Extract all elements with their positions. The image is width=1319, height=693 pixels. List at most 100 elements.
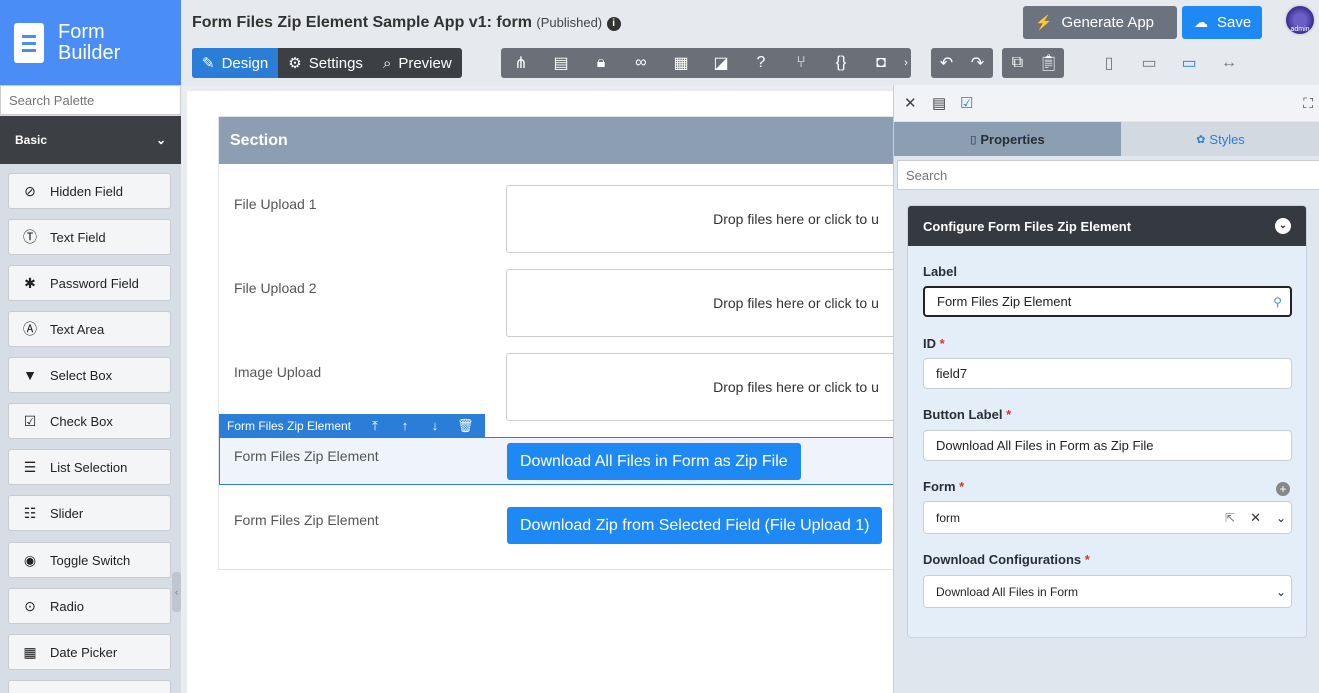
palette-search-input[interactable] — [0, 85, 181, 115]
id-input-value: field7 — [936, 366, 968, 381]
translate-icon[interactable]: ◪ — [701, 48, 741, 78]
move-up-parent-icon[interactable]: ⤒ — [367, 418, 383, 434]
palette-item-label: Radio — [50, 598, 84, 614]
tablet-icon[interactable]: ▭ — [1129, 48, 1169, 78]
binoculars-icon[interactable]: ∞ — [621, 48, 661, 78]
palette-item-toggle-switch[interactable]: ◉ Toggle Switch — [8, 542, 171, 578]
trash-icon[interactable]: 🗑︎ — [457, 418, 474, 434]
button-label-input-value: Download All Files in Form as Zip File — [936, 438, 1154, 453]
tab-design[interactable]: ✎ Design — [192, 48, 279, 78]
fullscreen-icon[interactable]: ⛶ — [1303, 95, 1313, 112]
page-title: Form Files Zip Element Sample App v1: fo… — [192, 14, 621, 32]
generate-app-button[interactable]: ⚡ Generate App — [1023, 6, 1177, 39]
lock-icon[interactable]: 🔒︎ — [581, 48, 621, 78]
copy-icon[interactable]: ⧉ — [1002, 48, 1033, 78]
label-input[interactable]: Form Files Zip Element ⚲ — [923, 286, 1292, 317]
palette-category[interactable]: Basic ⌄ — [0, 116, 181, 164]
label-field-label: Label — [923, 264, 957, 279]
chevron-right-icon[interactable]: › — [901, 48, 911, 78]
download-config-label: Download Configurations * — [923, 552, 1090, 567]
translate-icon[interactable]: ⚲ — [1273, 295, 1282, 309]
clipboard-toolbar: ⧉ 📋︎ — [1002, 48, 1064, 78]
save-label: Save — [1217, 14, 1252, 31]
label-input-value: Form Files Zip Element — [937, 294, 1072, 309]
document-icon — [14, 22, 44, 63]
radio-icon: ⊙ — [24, 597, 36, 614]
close-icon[interactable]: ✕ — [904, 94, 932, 112]
palette-sidebar: Basic ⌄ ⊘ Hidden Field Ⓣ Text Field ✱ Passw… — [0, 85, 181, 693]
field-label: Form Files Zip Element — [234, 448, 379, 464]
id-input[interactable]: field7 — [923, 358, 1292, 389]
palette-icon: ✿ — [1196, 133, 1206, 146]
download-all-zip-button[interactable]: Download All Files in Form as Zip File — [507, 443, 801, 480]
field-label: Form Files Zip Element — [234, 512, 379, 528]
branch-icon[interactable]: ⑂ — [781, 48, 821, 78]
tab-settings[interactable]: ⚙ Settings — [278, 48, 373, 78]
info-icon[interactable]: i — [606, 17, 621, 31]
save-button[interactable]: ☁ Save — [1182, 6, 1262, 39]
palette-item-check-box[interactable]: ☑ Check Box — [8, 403, 171, 439]
file-dropzone[interactable]: Drop files here or click to u — [506, 269, 893, 337]
tab-styles[interactable]: ✿ Styles — [1121, 122, 1319, 156]
tree-view-icon[interactable]: ⋔ — [501, 48, 541, 78]
palette-item-label: Select Box — [50, 367, 113, 383]
help-icon[interactable]: ? — [741, 48, 781, 78]
checkbox-toggle-icon[interactable]: ☑ — [960, 94, 988, 112]
file-dropzone[interactable]: Drop files here or click to u — [506, 185, 893, 253]
properties-search-input[interactable] — [897, 160, 1319, 190]
download-config-select[interactable]: Download All Files in Form ⌄ — [923, 575, 1292, 608]
field-label: File Upload 2 — [234, 280, 317, 296]
palette-item-password-field[interactable]: ✱ Password Field — [8, 265, 171, 301]
palette-item-radio[interactable]: ⊙ Radio — [8, 588, 171, 624]
undo-icon[interactable]: ↶ — [931, 48, 962, 78]
chevron-down-icon: ⌄ — [1275, 218, 1291, 234]
download-config-text: Download Configurations — [923, 552, 1082, 567]
palette-item-hidden-field[interactable]: ⊘ Hidden Field — [8, 173, 171, 209]
paste-icon[interactable]: 📋︎ — [1033, 48, 1064, 78]
panel-tabs: ▯ Properties ✿ Styles — [894, 122, 1319, 156]
palette-item-slider[interactable]: ☷ Slider — [8, 495, 171, 531]
eye-slash-icon: ⊘ — [24, 182, 36, 199]
plus-circle-icon[interactable]: + — [1276, 482, 1290, 496]
form-select[interactable]: form ⇱ ✕ ⌄ — [923, 501, 1292, 534]
palette-item-text-field[interactable]: Ⓣ Text Field — [8, 219, 171, 255]
cloud-upload-icon: ☁ — [1194, 14, 1208, 30]
laptop-icon[interactable]: ▭ — [1169, 48, 1209, 78]
arrow-up-icon[interactable]: ↑ — [397, 418, 413, 433]
list-icon: ☰ — [23, 458, 37, 475]
palette-item-list-selection[interactable]: ☰ List Selection — [8, 449, 171, 485]
redo-icon[interactable]: ↷ — [962, 48, 993, 78]
asterisk-icon: ✱ — [24, 274, 36, 291]
palette-item-label: Password Field — [50, 275, 139, 291]
file-dropzone[interactable]: Drop files here or click to u — [506, 353, 893, 421]
palette-category-label: Basic — [15, 133, 48, 147]
code-braces-icon[interactable]: {} — [821, 48, 861, 78]
element-action-bar: Form Files Zip Element ⤒ ↑ ↓ 🗑︎ — [219, 414, 485, 437]
palette-item-more[interactable] — [8, 680, 171, 693]
clear-icon[interactable]: ✕ — [1250, 510, 1261, 526]
expand-width-icon[interactable]: ↔ — [1209, 48, 1249, 78]
id-field-label: ID * — [923, 336, 945, 351]
config-header[interactable]: Configure Form Files Zip Element ⌄ — [908, 206, 1306, 246]
arrow-down-icon[interactable]: ↓ — [427, 418, 443, 433]
avatar[interactable]: admin — [1284, 4, 1316, 36]
download-selected-zip-button[interactable]: Download Zip from Selected Field (File U… — [507, 507, 883, 544]
button-label-input[interactable]: Download All Files in Form as Zip File — [923, 430, 1292, 461]
phone-icon[interactable]: ▯ — [1089, 48, 1129, 78]
data-icon[interactable]: ▤ — [541, 48, 581, 78]
grid-icon[interactable]: ▦ — [661, 48, 701, 78]
palette-item-date-picker[interactable]: ▦ Date Picker — [8, 634, 171, 670]
palette-item-label: Text Field — [50, 229, 106, 245]
form-section[interactable]: Section File Upload 1 Drop files here or… — [218, 116, 893, 570]
palette-item-select-box[interactable]: ▼ Select Box — [8, 357, 171, 393]
download-config-value: Download All Files in Form — [936, 584, 1079, 599]
top-bar: Form Files Zip Element Sample App v1: fo… — [181, 0, 1319, 85]
external-link-icon[interactable]: ⇱ — [1225, 511, 1235, 525]
tab-properties[interactable]: ▯ Properties — [894, 122, 1121, 156]
collapse-palette-handle[interactable]: ‹ — [172, 572, 181, 612]
list-view-icon[interactable]: ▤ — [932, 94, 960, 112]
element-action-label: Form Files Zip Element — [227, 418, 352, 433]
camera-icon[interactable]: ◘ — [861, 48, 901, 78]
palette-item-text-area[interactable]: Ⓐ Text Area — [8, 311, 171, 347]
tab-preview[interactable]: ⌕ Preview — [373, 48, 462, 78]
